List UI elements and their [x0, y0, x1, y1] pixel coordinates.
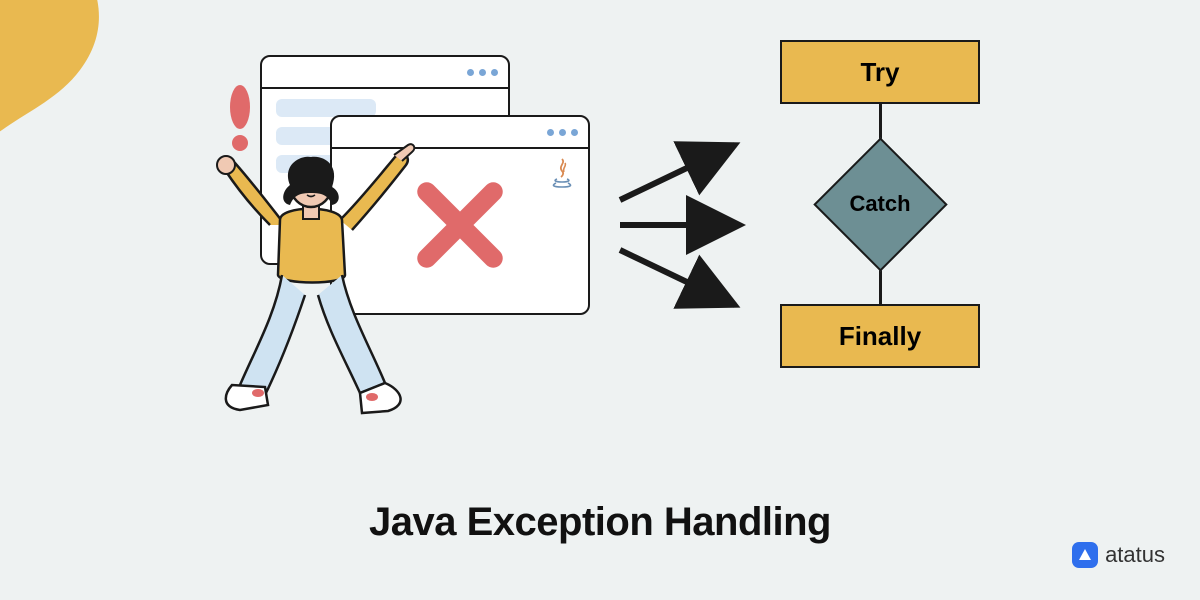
connector-line [879, 269, 882, 304]
window-control-dots [571, 129, 578, 136]
connector-line [879, 104, 882, 139]
catch-diamond: Catch [815, 139, 945, 269]
finally-label: Finally [839, 321, 921, 352]
flow-arrows [610, 130, 760, 320]
window-control-dots [559, 129, 566, 136]
brand-logo: atatus [1072, 542, 1165, 568]
window-control-dots [479, 69, 486, 76]
finally-box: Finally [780, 304, 980, 368]
brand-name: atatus [1105, 542, 1165, 568]
try-label: Try [860, 57, 899, 88]
try-catch-finally-flowchart: Try Catch Finally [770, 40, 990, 368]
window-control-dots [467, 69, 474, 76]
page-title: Java Exception Handling [0, 500, 1200, 545]
error-illustration [180, 55, 600, 395]
decorative-blob [0, 0, 120, 180]
catch-label: Catch [815, 139, 945, 269]
brand-mark-icon [1072, 542, 1098, 568]
person-character [210, 135, 430, 425]
window-titlebar [262, 57, 508, 89]
window-control-dots [547, 129, 554, 136]
try-box: Try [780, 40, 980, 104]
window-control-dots [491, 69, 498, 76]
java-logo-icon [548, 157, 576, 196]
